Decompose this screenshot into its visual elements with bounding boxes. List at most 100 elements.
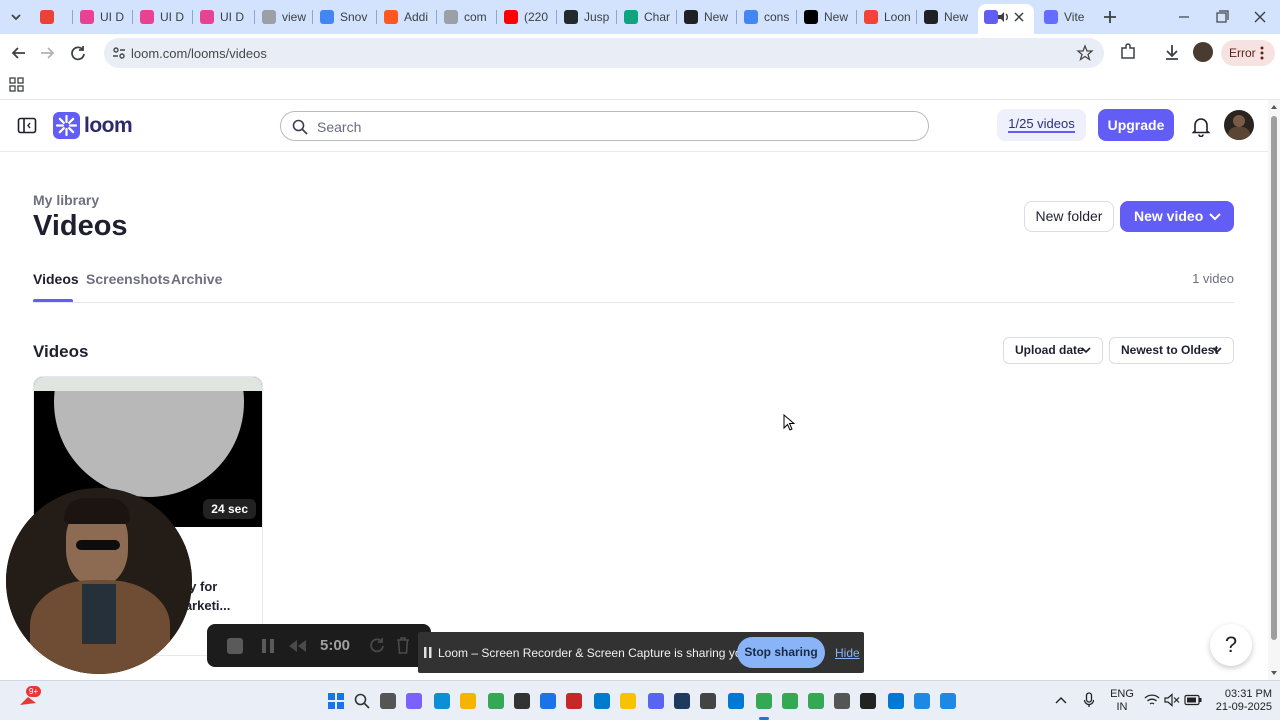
snipping-icon[interactable]	[700, 693, 716, 709]
browser-tab[interactable]: Snov	[320, 6, 370, 28]
tab-archive[interactable]: Archive	[171, 271, 222, 287]
monitor-icon[interactable]	[914, 693, 930, 709]
browser-tab[interactable]: New	[804, 6, 854, 28]
cmd-icon[interactable]	[860, 693, 876, 709]
chrome-active-icon[interactable]	[756, 693, 772, 709]
battery-icon[interactable]	[1184, 694, 1202, 706]
scroll-up-icon[interactable]	[1270, 103, 1278, 111]
start-menu-icon[interactable]	[328, 693, 344, 709]
bookmark-star-icon[interactable]	[1076, 44, 1094, 62]
extensions-button[interactable]	[1118, 42, 1138, 62]
browser-tab[interactable]: UI D	[140, 6, 190, 28]
user-avatar[interactable]	[1224, 110, 1254, 140]
mcafee-icon[interactable]	[566, 693, 582, 709]
sort-order-dropdown[interactable]: Newest to Oldest	[1109, 337, 1234, 364]
stop-recording-button[interactable]	[227, 638, 243, 654]
browser-tab[interactable]: com	[444, 6, 494, 28]
stop-sharing-button[interactable]: Stop sharing	[737, 637, 825, 668]
new-tab-button[interactable]	[1100, 7, 1120, 27]
maximize-button[interactable]	[1212, 8, 1232, 26]
browser-tab-label: cons	[764, 10, 790, 24]
edge-icon[interactable]	[434, 693, 450, 709]
wifi-icon[interactable]	[1144, 693, 1160, 707]
help-button[interactable]: ?	[1210, 624, 1252, 666]
forward-button[interactable]	[36, 42, 58, 64]
hide-bar-link[interactable]: Hide	[835, 646, 860, 660]
tab-videos[interactable]: Videos	[33, 271, 79, 287]
language-indicator[interactable]: ENG IN	[1108, 688, 1136, 714]
settings-icon[interactable]	[834, 693, 850, 709]
back-button[interactable]	[8, 42, 30, 64]
sidebar-toggle-button[interactable]	[17, 116, 37, 136]
chrome-profile-icon[interactable]	[782, 693, 798, 709]
browser-tab[interactable]: cons	[744, 6, 794, 28]
microphone-icon[interactable]	[1083, 692, 1095, 708]
chrome-icon[interactable]	[488, 693, 504, 709]
terminal-icon[interactable]	[674, 693, 690, 709]
discord-icon[interactable]	[648, 693, 664, 709]
browser-tab-strip: UI D UI D UI D view Snov Addi com (220 Jusp Char N…	[0, 0, 1280, 34]
profile-avatar[interactable]	[1193, 42, 1213, 62]
recording-timer: 5:00	[320, 637, 351, 654]
browser-tab[interactable]: New	[924, 6, 974, 28]
clock[interactable]: 03:31 PM 21-09-2025	[1212, 688, 1272, 714]
chrome-profile2-icon[interactable]	[808, 693, 824, 709]
upgrade-button[interactable]: Upgrade	[1098, 109, 1174, 141]
browser-tab[interactable]: Loon	[864, 6, 914, 28]
browser-tab[interactable]: Char	[624, 6, 674, 28]
video-quota-link[interactable]: 1/25 videos	[997, 109, 1086, 141]
tray-overflow-chevron-icon[interactable]	[1055, 695, 1067, 705]
store-icon[interactable]	[514, 693, 530, 709]
browser-tab[interactable]: Addi	[384, 6, 434, 28]
mail-icon[interactable]	[888, 693, 904, 709]
delete-recording-button[interactable]	[395, 636, 411, 654]
scroll-down-icon[interactable]	[1270, 669, 1278, 677]
tab-screenshots[interactable]: Screenshots	[86, 271, 170, 287]
search-icon[interactable]	[354, 693, 370, 709]
browser-tab[interactable]: New	[684, 6, 734, 28]
loom-logo[interactable]: loom	[53, 112, 133, 140]
browser-tab[interactable]: UI D	[200, 6, 250, 28]
tab-close-icon[interactable]	[1013, 11, 1025, 23]
task-view-icon[interactable]	[380, 693, 396, 709]
new-folder-button[interactable]: New folder	[1024, 201, 1114, 232]
browser-tab[interactable]: Vite	[1044, 6, 1094, 28]
close-window-button[interactable]	[1250, 8, 1270, 26]
rewind-button[interactable]	[287, 639, 307, 653]
search-input[interactable]: Search	[280, 111, 929, 141]
apps-button[interactable]	[9, 77, 25, 93]
page-scrollbar[interactable]	[1268, 100, 1280, 680]
notifications-button[interactable]	[1190, 115, 1212, 138]
vscode-icon[interactable]	[594, 693, 610, 709]
scroll-thumb[interactable]	[1271, 116, 1277, 640]
python-icon[interactable]	[620, 693, 636, 709]
pause-recording-button[interactable]	[260, 638, 276, 654]
address-bar[interactable]: loom.com/looms/videos	[104, 38, 1104, 68]
copilot-icon[interactable]	[406, 693, 422, 709]
paint-icon[interactable]	[940, 693, 956, 709]
tab-separator	[254, 10, 255, 24]
browser-tab[interactable]: (220	[504, 6, 554, 28]
webcam-bubble[interactable]	[6, 488, 192, 674]
browser-tab[interactable]: view	[262, 6, 312, 28]
tab-audio-icon[interactable]	[997, 10, 1011, 24]
file-explorer-icon[interactable]	[460, 693, 476, 709]
restart-button[interactable]	[369, 637, 385, 653]
minimize-button[interactable]	[1174, 8, 1194, 26]
drag-handle-icon[interactable]	[424, 647, 432, 658]
browser-tab[interactable]: UI D	[80, 6, 130, 28]
downloads-button[interactable]	[1162, 42, 1182, 62]
site-settings-icon[interactable]	[111, 45, 127, 61]
sort-field-dropdown[interactable]: Upload date	[1003, 337, 1103, 364]
volume-muted-icon[interactable]	[1164, 693, 1180, 707]
notification-app-icon[interactable]: 9+	[18, 686, 42, 711]
breadcrumb[interactable]: My library	[33, 192, 99, 208]
outlook-icon[interactable]	[728, 693, 744, 709]
reload-button[interactable]	[67, 42, 89, 64]
tab-search-button[interactable]	[6, 8, 26, 26]
more-vert-icon	[1260, 46, 1264, 60]
help-app-icon[interactable]	[540, 693, 556, 709]
browser-tab[interactable]: Jusp	[564, 6, 614, 28]
new-video-button[interactable]: New video	[1120, 201, 1234, 232]
profile-error-chip[interactable]: Error	[1221, 40, 1275, 66]
